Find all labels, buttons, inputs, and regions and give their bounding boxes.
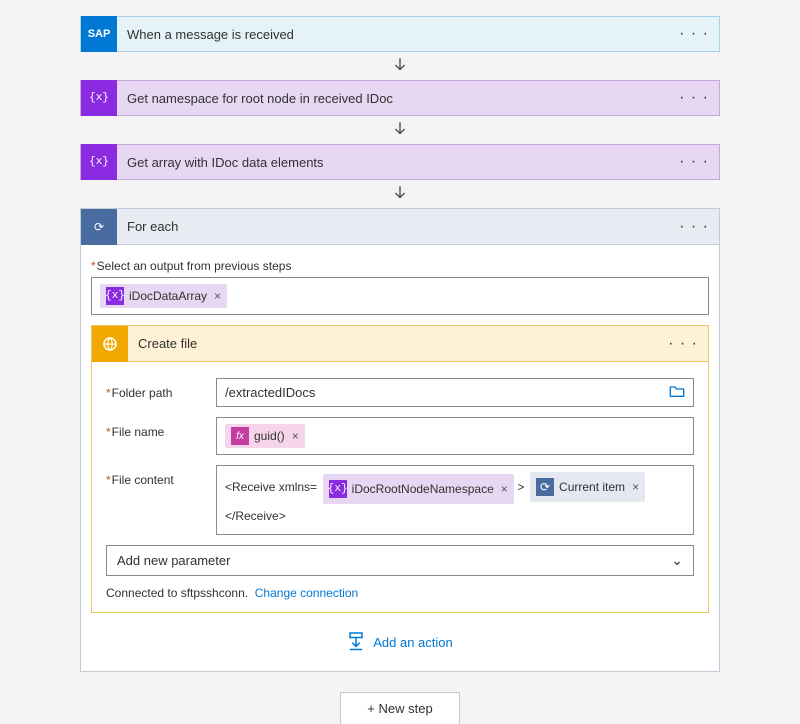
variable-icon: {x} [81, 144, 117, 180]
file-name-label: File name [106, 417, 216, 439]
change-connection-link[interactable]: Change connection [255, 586, 358, 600]
step-menu-icon[interactable]: · · · [658, 335, 708, 353]
create-file-container: Create file · · · Folder path /extracted… [91, 325, 709, 613]
step-title: Get namespace for root node in received … [117, 91, 669, 106]
new-step-row: + New step [80, 692, 720, 724]
add-action-label: Add an action [373, 635, 453, 650]
remove-chip-icon[interactable]: × [292, 429, 299, 443]
create-file-header[interactable]: Create file · · · [92, 326, 708, 362]
remove-chip-icon[interactable]: × [214, 289, 221, 303]
foreach-header[interactable]: ⟳ For each · · · [81, 209, 719, 245]
file-name-input[interactable]: fx guid() × [216, 417, 694, 455]
xml-close: </Receive> [225, 509, 286, 523]
variable-icon: {x} [329, 480, 347, 498]
fx-icon: fx [231, 427, 249, 445]
step-get-namespace[interactable]: {x} Get namespace for root node in recei… [80, 80, 720, 116]
chip-namespace[interactable]: {x} iDocRootNodeNamespace × [323, 474, 514, 504]
step-title: When a message is received [117, 27, 669, 42]
variable-icon: {x} [106, 287, 124, 305]
loop-icon: ⟳ [81, 209, 117, 245]
select-output-label: Select an output from previous steps [91, 259, 709, 273]
remove-chip-icon[interactable]: × [501, 477, 508, 501]
add-parameter-label: Add new parameter [117, 553, 230, 568]
add-action-icon [347, 631, 365, 653]
folder-path-value: /extractedIDocs [225, 385, 669, 400]
chip-label: Current item [559, 475, 625, 499]
chip-label: iDocDataArray [129, 289, 207, 303]
step-title: Create file [128, 336, 658, 351]
new-step-button[interactable]: + New step [340, 692, 459, 724]
folder-picker-icon[interactable] [669, 384, 685, 401]
connection-info: Connected to sftpsshconn. Change connect… [106, 586, 694, 600]
loop-icon: ⟳ [536, 478, 554, 496]
xml-gt: > [517, 480, 524, 494]
folder-path-label: Folder path [106, 378, 216, 400]
file-content-label: File content [106, 465, 216, 487]
sap-icon: SAP [81, 16, 117, 52]
select-output-input[interactable]: {x} iDocDataArray × [91, 277, 709, 315]
step-get-array[interactable]: {x} Get array with IDoc data elements · … [80, 144, 720, 180]
foreach-container: ⟳ For each · · · Select an output from p… [80, 208, 720, 672]
add-action-button[interactable]: Add an action [91, 613, 709, 661]
sftp-icon [92, 326, 128, 362]
chip-idocdataarray[interactable]: {x} iDocDataArray × [100, 284, 227, 308]
chip-current-item[interactable]: ⟳ Current item × [530, 472, 645, 502]
arrow-down-icon [80, 120, 720, 138]
chevron-down-icon: ⌄ [671, 552, 683, 569]
chip-guid[interactable]: fx guid() × [225, 424, 305, 448]
step-menu-icon[interactable]: · · · [669, 153, 719, 171]
arrow-down-icon [80, 184, 720, 202]
chip-label: iDocRootNodeNamespace [352, 477, 494, 501]
folder-path-input[interactable]: /extractedIDocs [216, 378, 694, 407]
step-menu-icon[interactable]: · · · [669, 218, 719, 236]
step-sap-trigger[interactable]: SAP When a message is received · · · [80, 16, 720, 52]
chip-label: guid() [254, 429, 285, 443]
add-parameter-dropdown[interactable]: Add new parameter ⌄ [106, 545, 694, 576]
variable-icon: {x} [81, 80, 117, 116]
xml-open: <Receive xmlns= [225, 480, 317, 494]
step-menu-icon[interactable]: · · · [669, 25, 719, 43]
step-title: For each [117, 219, 669, 234]
arrow-down-icon [80, 56, 720, 74]
step-menu-icon[interactable]: · · · [669, 89, 719, 107]
remove-chip-icon[interactable]: × [632, 475, 639, 499]
file-content-input[interactable]: <Receive xmlns= {x} iDocRootNodeNamespac… [216, 465, 694, 535]
step-title: Get array with IDoc data elements [117, 155, 669, 170]
